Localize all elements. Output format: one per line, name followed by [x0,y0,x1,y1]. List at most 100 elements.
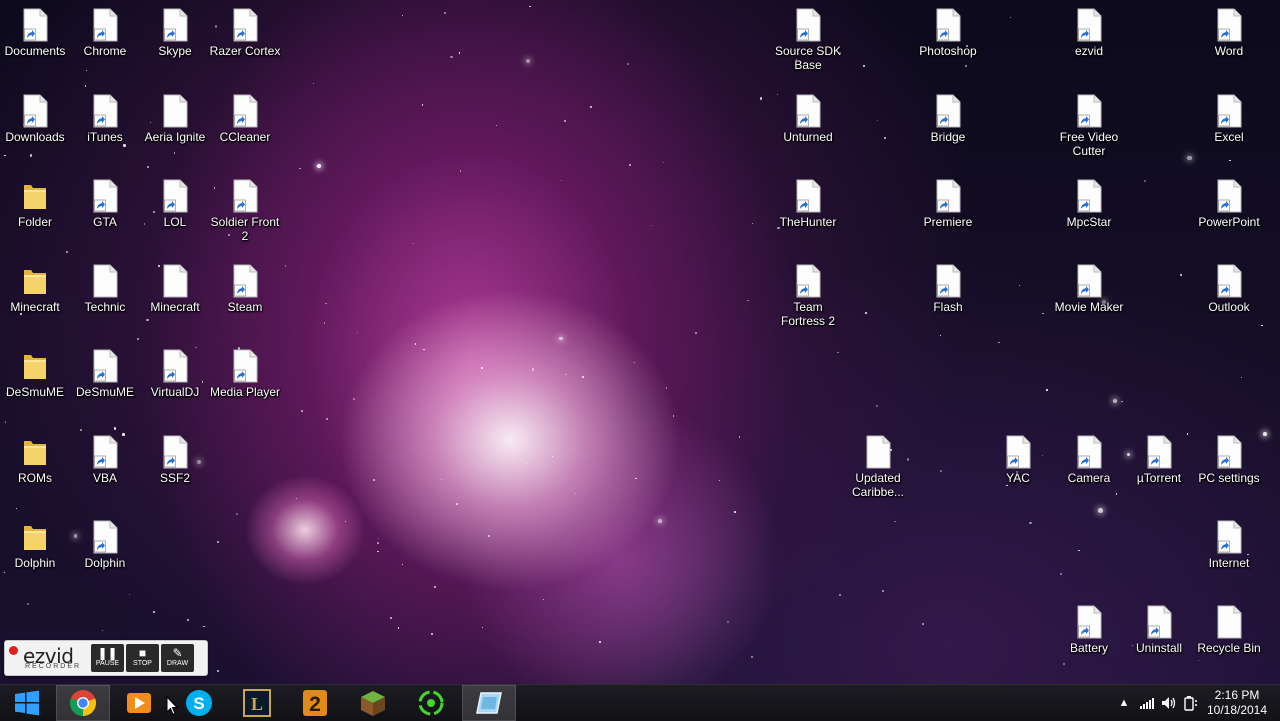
desktop-icon-downloads[interactable]: Downloads [0,94,71,144]
desktop-icon-label: TheHunter [779,215,837,229]
desktop-icon-technic[interactable]: Technic [69,264,141,314]
desktop-icon-virtualdj[interactable]: VirtualDJ [139,349,211,399]
desktop-icon-documents[interactable]: Documents [0,8,71,58]
desktop-icon-skype[interactable]: Skype [139,8,211,58]
shortcut-file-icon [23,94,48,128]
taskbar-media-player[interactable] [112,685,166,721]
star [863,64,866,67]
desktop-icon-ezvid[interactable]: ezvid [1053,8,1125,58]
star [526,463,528,465]
star [633,362,636,364]
draw-button[interactable]: ✎ DRAW [161,644,194,672]
star [80,428,83,431]
desktop-icon-vba[interactable]: VBA [69,435,141,485]
taskbar-league-of-legends[interactable]: L [230,685,284,721]
desktop-icon-bridge[interactable]: Bridge [912,94,984,144]
desktop-icon-label: Skype [158,44,192,58]
show-hidden-icons-button[interactable]: ▲ [1116,685,1132,721]
desktop-icon-source-sdk-base[interactable]: Source SDK Base [772,8,844,72]
desktop-icon-label: Bridge [930,130,966,144]
pause-label: PAUSE [95,660,120,667]
desktop-icon-itunes[interactable]: iTunes [69,94,141,144]
desktop-icon-torrent[interactable]: µTorrent [1123,435,1195,485]
star [747,299,749,302]
desktop-icon-media-player[interactable]: Media Player [209,349,281,399]
desktop-icon-camera[interactable]: Camera [1053,435,1125,485]
desktop-icon-recycle-bin[interactable]: Recycle Bin [1193,605,1265,655]
desktop-icon-pc-settings[interactable]: PC settings [1193,435,1265,485]
star [84,84,87,87]
shortcut-file-icon [1077,605,1102,639]
desktop-icon-dolphin[interactable]: Dolphin [0,520,71,570]
desktop-icon-minecraft[interactable]: Minecraft [139,264,211,314]
pause-icon: ❚❚ [97,646,118,660]
desktop-icon-powerpoint[interactable]: PowerPoint [1193,179,1265,229]
taskbar-skype[interactable]: S [172,685,226,721]
volume-button[interactable] [1160,685,1178,721]
record-indicator-icon [9,646,18,655]
desktop-icon-label: GTA [93,215,117,229]
desktop-icon-roms[interactable]: ROMs [0,435,71,485]
star [313,82,315,84]
desktop-icon-desmume[interactable]: DeSmuME [0,349,71,399]
star [1078,549,1080,551]
desktop-icon-unturned[interactable]: Unturned [772,94,844,144]
clock[interactable]: 2:16 PM 10/18/2014 [1202,688,1272,718]
network-button[interactable] [1138,685,1156,721]
svg-text:L: L [251,694,263,714]
desktop-icon-thehunter[interactable]: TheHunter [772,179,844,229]
desktop-icon-updated-caribbe[interactable]: Updated Caribbe... [842,435,914,499]
desktop-icon-chrome[interactable]: Chrome [69,8,141,58]
desktop-icon-internet[interactable]: Internet [1193,520,1265,570]
pause-button[interactable]: ❚❚ PAUSE [91,644,124,672]
desktop-icon-ccleaner[interactable]: CCleaner [209,94,281,144]
taskbar-app-window[interactable] [462,685,516,721]
desktop-icon-team-fortress-2[interactable]: Team Fortress 2 [772,264,844,328]
desktop-icon-yac[interactable]: YAC [982,435,1054,485]
taskbar-minecraft[interactable] [346,685,400,721]
desktop-icon-excel[interactable]: Excel [1193,94,1265,144]
desktop-icon-ssf2[interactable]: SSF2 [139,435,211,485]
svg-text:S: S [193,694,204,713]
desktop-icon-gta[interactable]: GTA [69,179,141,229]
shortcut-file-icon [936,94,961,128]
desktop-icon-flash[interactable]: Flash [912,264,984,314]
star [665,387,668,389]
desktop-icon-word[interactable]: Word [1193,8,1265,58]
desktop-icon-desmume[interactable]: DeSmuME [69,349,141,399]
star [323,322,325,324]
draw-label: DRAW [166,660,189,667]
desktop-icon-uninstall[interactable]: Uninstall [1123,605,1195,655]
start-button[interactable] [0,685,54,721]
stop-button[interactable]: ■ STOP [126,644,159,672]
star [173,152,176,155]
desktop-icon-premiere[interactable]: Premiere [912,179,984,229]
desktop-icon-mpcstar[interactable]: MpcStar [1053,179,1125,229]
desktop-icon-outlook[interactable]: Outlook [1193,264,1265,314]
desktop-icon-label: Source SDK Base [774,44,842,72]
desktop-icon-battery[interactable]: Battery [1053,605,1125,655]
desktop-icon-steam[interactable]: Steam [209,264,281,314]
taskbar-razer-cortex[interactable] [404,685,458,721]
star [66,250,68,253]
star [27,602,30,605]
desktop-icon-lol[interactable]: LOL [139,179,211,229]
star [186,618,189,621]
taskbar-soldier-front-2[interactable]: 2 [288,685,342,721]
star [146,319,149,322]
desktop-icon-minecraft[interactable]: Minecraft [0,264,71,314]
desktop-icon-aeria-ignite[interactable]: Aeria Ignite [139,94,211,144]
desktop[interactable]: Documents Chrome Skype Razer Cortex Download… [0,0,1280,684]
file-icon [1217,605,1242,639]
desktop-icon-free-video-cutter[interactable]: Free Video Cutter [1053,94,1125,158]
desktop-icon-folder[interactable]: Folder [0,179,71,229]
desktop-icon-movie-maker[interactable]: Movie Maker [1053,264,1125,314]
power-button[interactable] [1182,685,1200,721]
desktop-icon-razer-cortex[interactable]: Razer Cortex [209,8,281,58]
star [590,106,592,108]
taskbar-chrome[interactable] [56,685,110,721]
star [459,170,461,172]
desktop-icon-soldier-front-2[interactable]: Soldier Front 2 [209,179,281,243]
desktop-icon-photoshop[interactable]: Photoshop [912,8,984,58]
desktop-icon-dolphin[interactable]: Dolphin [69,520,141,570]
